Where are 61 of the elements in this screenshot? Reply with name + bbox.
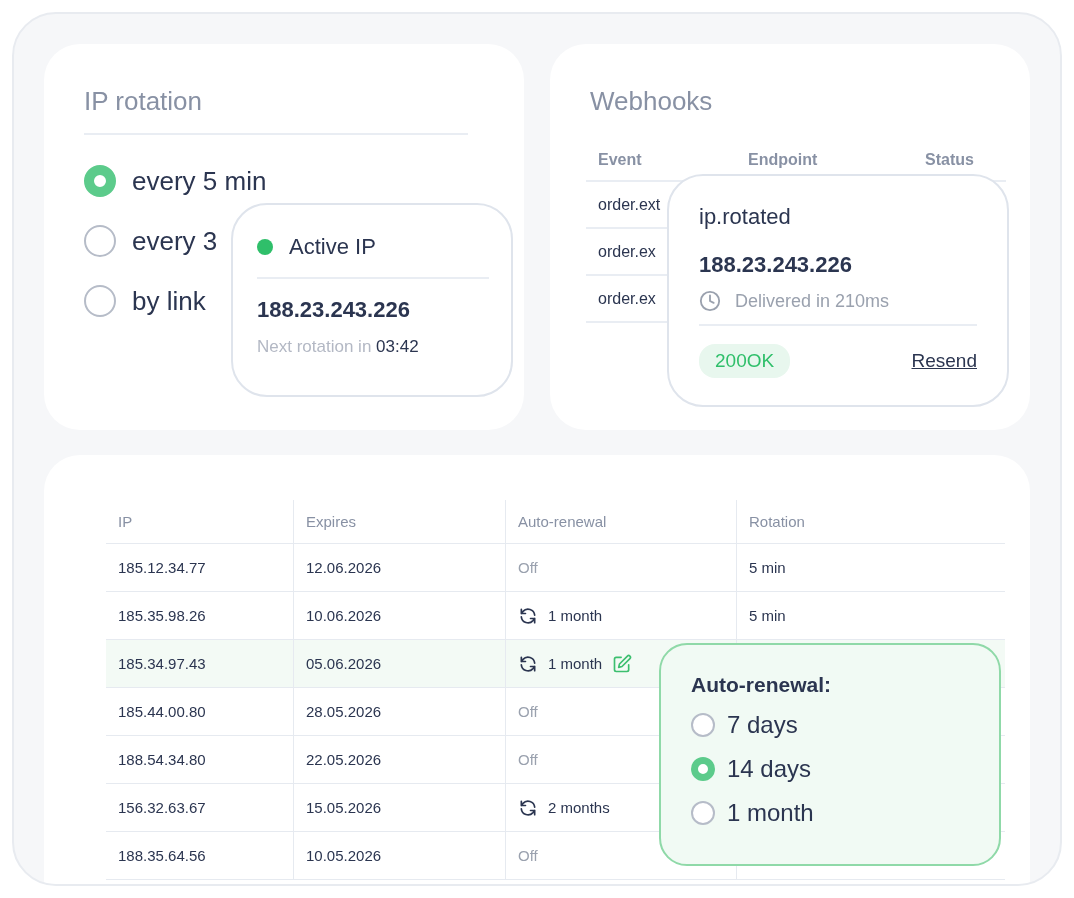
event-name: ip.rotated (699, 204, 791, 229)
renewal-cell: Off (518, 559, 538, 576)
ip-address: 188.23.243.226 (699, 252, 853, 278)
radio-button[interactable] (84, 165, 116, 197)
date-cell: 10.05.2026 (306, 847, 382, 864)
column-header: Expires (306, 513, 357, 530)
option-label: 14 days (727, 755, 812, 783)
column-header: IP (118, 513, 133, 530)
popup-label: Active IP (289, 234, 376, 260)
date-cell: 22.05.2026 (306, 751, 382, 768)
card-title: Webhooks (590, 85, 713, 118)
rotation-cell: 5 min (749, 559, 786, 576)
option-label: 7 days (727, 711, 798, 739)
renewal-cell: Off (518, 751, 538, 768)
rotation-cell: 5 min (749, 607, 786, 624)
option-label: every 5 min (132, 165, 267, 197)
renewal-cell: 1 month (548, 607, 603, 624)
refresh-icon (518, 605, 538, 626)
refresh-icon (518, 653, 538, 674)
date-cell: 05.06.2026 (306, 655, 382, 672)
radio-button[interactable] (84, 285, 116, 317)
column-header: Auto-renewal (518, 513, 607, 530)
delivery-time: Delivered in 210ms (735, 290, 890, 312)
column-header: Event (598, 151, 643, 169)
table-cell: order.ex (598, 242, 656, 261)
radio-button[interactable] (691, 757, 715, 781)
column-header: Status (925, 151, 974, 169)
radio-button[interactable] (691, 713, 715, 737)
ip-cell: 188.54.34.80 (118, 751, 206, 768)
date-cell: 12.06.2026 (306, 559, 382, 576)
table-cell: order.ext (598, 195, 661, 214)
renewal-cell: 2 months (548, 799, 610, 816)
option-label: every 3 (132, 225, 218, 257)
ip-cell: 188.35.64.56 (118, 847, 206, 864)
renewal-cell: Off (518, 703, 538, 720)
date-cell: 28.05.2026 (306, 703, 382, 720)
option-label: 1 month (727, 799, 814, 827)
card-title: IP rotation (84, 85, 203, 118)
edit-icon[interactable] (612, 653, 633, 674)
radio-button[interactable] (691, 801, 715, 825)
renewal-cell: 1 month (548, 655, 603, 672)
ip-address: 188.23.243.226 (257, 297, 411, 323)
date-cell: 15.05.2026 (306, 799, 382, 816)
status-badge: 200OK (699, 344, 791, 378)
ip-cell: 185.34.97.43 (118, 655, 206, 672)
clock-icon (699, 290, 721, 312)
option-label: by link (132, 285, 206, 317)
next-rotation-text: Next rotation in 03:42 (257, 337, 420, 357)
resend-link[interactable]: Resend (911, 350, 977, 372)
ip-cell: 156.32.63.67 (118, 799, 206, 816)
refresh-icon (518, 797, 538, 818)
date-cell: 10.06.2026 (306, 607, 382, 624)
ip-cell: 185.35.98.26 (118, 607, 206, 624)
ip-cell: 185.12.34.77 (118, 559, 206, 576)
column-header: Rotation (749, 513, 805, 530)
renewal-cell: Off (518, 847, 538, 864)
table-row[interactable]: 185.12.34.77 12.06.2026 Off 5 min (106, 544, 1005, 592)
radio-button[interactable] (84, 225, 116, 257)
ip-cell: 185.44.00.80 (118, 703, 206, 720)
column-header: Endpoint (748, 151, 819, 169)
table-cell: order.ex (598, 289, 656, 308)
